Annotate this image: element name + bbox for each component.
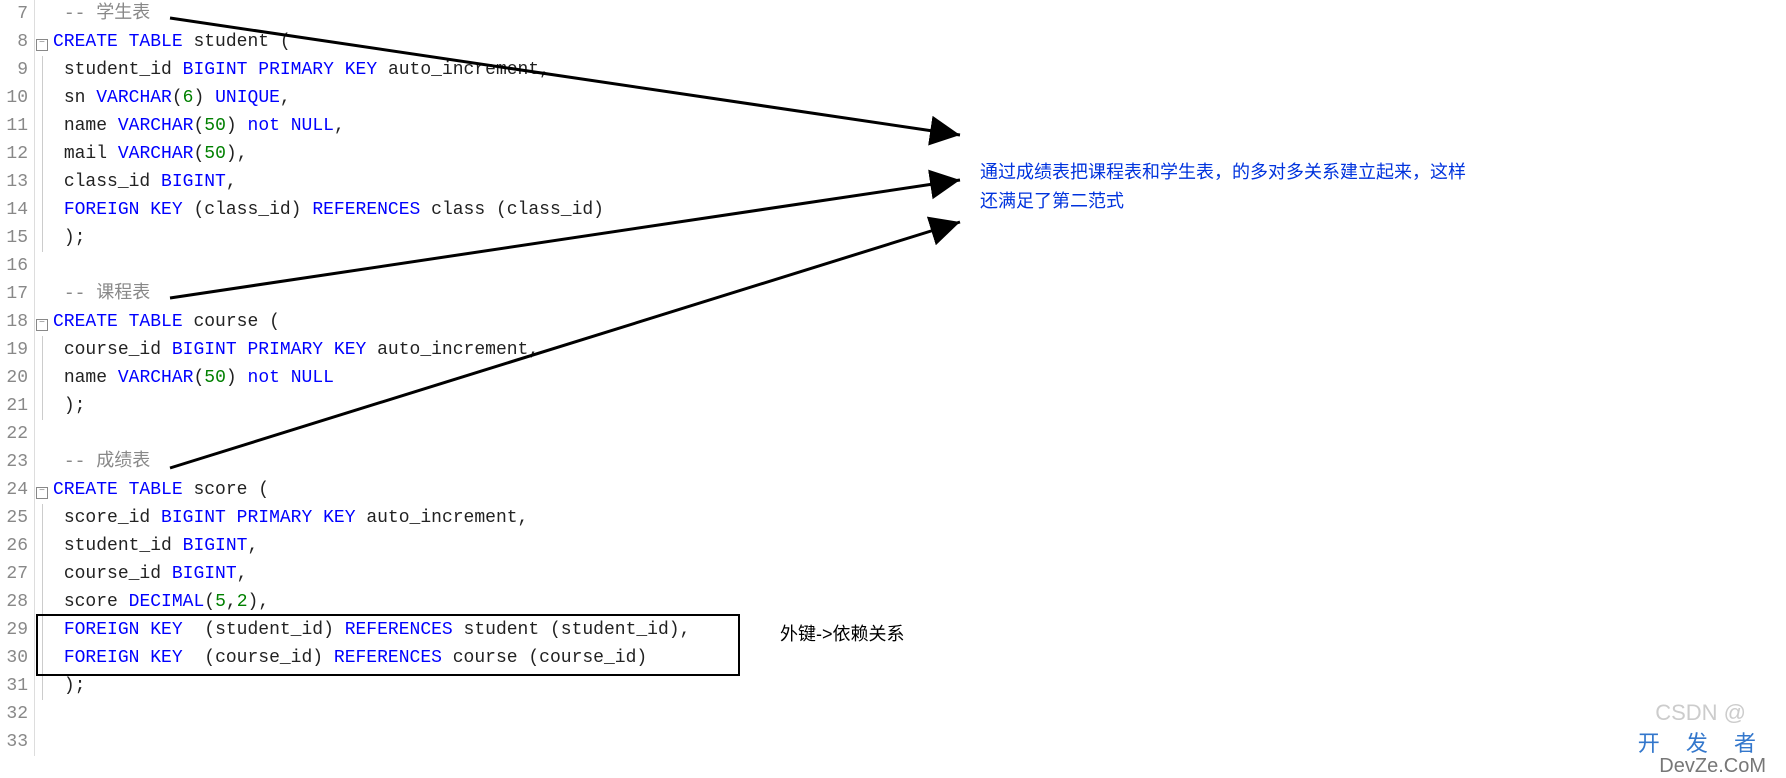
watermark-domain: DevZe.CoM (1659, 755, 1766, 778)
line-number: 23 (0, 448, 28, 476)
fold-column: − − − (35, 0, 49, 756)
code-line: student_id BIGINT PRIMARY KEY auto_incre… (53, 56, 690, 84)
code-line: sn VARCHAR(6) UNIQUE, (53, 84, 690, 112)
line-number: 10 (0, 84, 28, 112)
line-number: 13 (0, 168, 28, 196)
line-number: 26 (0, 532, 28, 560)
fold-marker (35, 112, 49, 140)
line-number: 32 (0, 700, 28, 728)
code-line: student_id BIGINT, (53, 532, 690, 560)
fold-marker (35, 364, 49, 392)
line-number: 30 (0, 644, 28, 672)
code-line: -- 课程表 (53, 280, 690, 308)
code-line: class_id BIGINT, (53, 168, 690, 196)
code-line: name VARCHAR(50) not NULL (53, 364, 690, 392)
code-line: CREATE TABLE student ( (53, 28, 690, 56)
fold-marker (35, 448, 49, 476)
fold-marker (35, 728, 49, 756)
code-line: name VARCHAR(50) not NULL, (53, 112, 690, 140)
code-line: FOREIGN KEY (course_id) REFERENCES cours… (53, 644, 690, 672)
line-number: 11 (0, 112, 28, 140)
line-number: 25 (0, 504, 28, 532)
line-number: 9 (0, 56, 28, 84)
line-number: 21 (0, 392, 28, 420)
line-number: 16 (0, 252, 28, 280)
line-number: 15 (0, 224, 28, 252)
code-line (53, 728, 690, 756)
fold-marker (35, 532, 49, 560)
line-number: 33 (0, 728, 28, 756)
line-number: 24 (0, 476, 28, 504)
fold-marker (35, 644, 49, 672)
line-number-gutter: 7891011121314151617181920212223242526272… (0, 0, 35, 756)
code-line: score DECIMAL(5,2), (53, 588, 690, 616)
code-line: course_id BIGINT, (53, 560, 690, 588)
line-number: 20 (0, 364, 28, 392)
fold-marker (35, 504, 49, 532)
fold-marker (35, 84, 49, 112)
code-line: -- 成绩表 (53, 448, 690, 476)
fold-marker (35, 280, 49, 308)
line-number: 28 (0, 588, 28, 616)
fold-marker: − (35, 308, 49, 336)
line-number: 31 (0, 672, 28, 700)
fold-marker (35, 140, 49, 168)
code-line: FOREIGN KEY (class_id) REFERENCES class … (53, 196, 690, 224)
fold-marker (35, 420, 49, 448)
fold-marker (35, 588, 49, 616)
fold-marker (35, 224, 49, 252)
watermark-brand: 开 发 者 (1638, 726, 1766, 758)
fold-marker (35, 56, 49, 84)
fold-marker (35, 168, 49, 196)
line-number: 8 (0, 28, 28, 56)
code-line: ); (53, 224, 690, 252)
watermark-csdn: CSDN @ (1655, 700, 1746, 726)
code-line (53, 252, 690, 280)
fold-marker (35, 0, 49, 28)
code-line: course_id BIGINT PRIMARY KEY auto_increm… (53, 336, 690, 364)
code-line: CREATE TABLE course ( (53, 308, 690, 336)
code-line (53, 700, 690, 728)
line-number: 19 (0, 336, 28, 364)
code-line (53, 420, 690, 448)
fold-marker (35, 336, 49, 364)
fold-marker: − (35, 476, 49, 504)
line-number: 27 (0, 560, 28, 588)
line-number: 29 (0, 616, 28, 644)
fold-marker: − (35, 28, 49, 56)
code-line: CREATE TABLE score ( (53, 476, 690, 504)
fold-marker (35, 672, 49, 700)
foreign-key-label: 外键->依赖关系 (780, 620, 905, 646)
fold-marker (35, 252, 49, 280)
code-line: -- 学生表 (53, 0, 690, 28)
fold-marker (35, 196, 49, 224)
fold-marker (35, 392, 49, 420)
code-line: score_id BIGINT PRIMARY KEY auto_increme… (53, 504, 690, 532)
fold-marker (35, 700, 49, 728)
code-content: -- 学生表CREATE TABLE student ( student_id … (49, 0, 690, 756)
line-number: 7 (0, 0, 28, 28)
line-number: 22 (0, 420, 28, 448)
code-line: FOREIGN KEY (student_id) REFERENCES stud… (53, 616, 690, 644)
fold-marker (35, 560, 49, 588)
annotation-text: 通过成绩表把课程表和学生表，的多对多关系建立起来，这样还满足了第二范式 (980, 158, 1480, 216)
line-number: 12 (0, 140, 28, 168)
code-line: mail VARCHAR(50), (53, 140, 690, 168)
line-number: 17 (0, 280, 28, 308)
code-line: ); (53, 392, 690, 420)
code-line: ); (53, 672, 690, 700)
line-number: 14 (0, 196, 28, 224)
line-number: 18 (0, 308, 28, 336)
fold-marker (35, 616, 49, 644)
